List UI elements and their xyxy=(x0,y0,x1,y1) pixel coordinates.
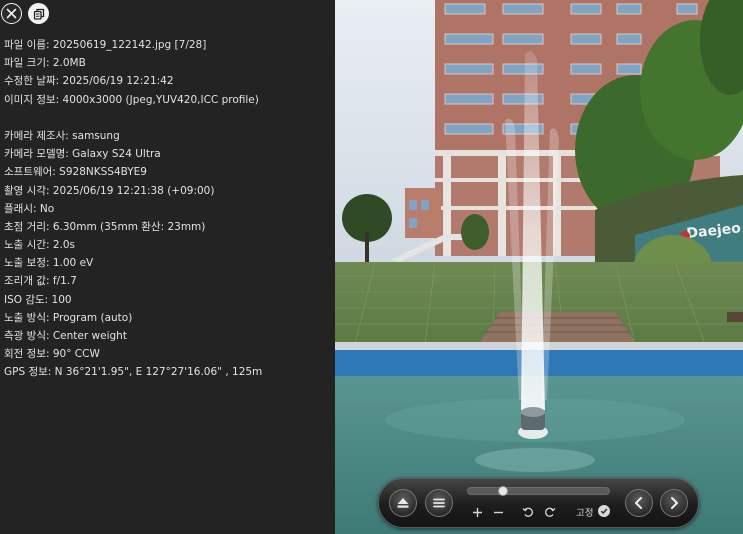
photo-viewport[interactable]: Daejeo xyxy=(335,0,743,534)
next-image-button[interactable] xyxy=(660,489,688,517)
position-slider[interactable] xyxy=(467,486,610,496)
fix-toggle-label: 고정 xyxy=(576,508,594,519)
chevron-left-icon xyxy=(635,497,642,509)
info-exposure-program: 노출 방식: Program (auto) xyxy=(4,311,133,324)
info-gps: GPS 정보: N 36°21'1.95", E 127°27'16.06" ,… xyxy=(4,366,263,379)
info-flash: 플래시: No xyxy=(4,202,55,215)
file-info-panel: 파일 이름: 20250619_122142.jpg [7/28] 파일 크기:… xyxy=(0,0,335,534)
info-exposure-bias: 노출 보정: 1.00 eV xyxy=(4,257,94,270)
eject-icon xyxy=(397,498,409,508)
previous-image-button[interactable] xyxy=(625,489,653,517)
info-file-name: 파일 이름: 20250619_122142.jpg [7/28] xyxy=(4,39,207,51)
plus-icon xyxy=(472,507,482,517)
metadata-list: 파일 이름: 20250619_122142.jpg [7/28] 파일 크기:… xyxy=(4,36,331,382)
info-aperture: 조리개 값: f/1.7 xyxy=(4,275,77,288)
rotate-left-button[interactable] xyxy=(520,503,536,521)
info-iso: ISO 감도: 100 xyxy=(4,293,72,306)
info-modified-date: 수정한 날짜: 2025/06/19 12:21:42 xyxy=(4,75,174,88)
eject-button[interactable] xyxy=(389,489,417,517)
info-metering-mode: 측광 방식: Center weight xyxy=(4,330,127,342)
info-focal-length: 초점 거리: 6.30mm (35mm 환산: 23mm) xyxy=(4,220,206,233)
copy-info-button[interactable] xyxy=(28,3,49,24)
viewer-controller: 고정 xyxy=(378,478,699,528)
rotate-right-icon xyxy=(545,507,556,517)
fountain-photo: Daejeo xyxy=(335,0,743,534)
info-software: 소프트웨어: S928NKSS4BYE9 xyxy=(4,166,147,179)
check-icon xyxy=(600,508,608,514)
info-exposure-time: 노출 시간: 2.0s xyxy=(4,239,76,252)
close-button[interactable] xyxy=(1,3,22,24)
info-rotation: 회전 정보: 90° CCW xyxy=(4,348,100,361)
rotate-left-icon xyxy=(522,507,533,517)
rotate-right-button[interactable] xyxy=(542,503,558,521)
info-image-info: 이미지 정보: 4000x3000 (Jpeg,YUV420,ICC profi… xyxy=(4,93,259,106)
minus-icon xyxy=(493,511,503,513)
menu-button[interactable] xyxy=(425,489,453,517)
close-icon xyxy=(6,8,17,19)
chevron-right-icon xyxy=(671,497,678,509)
info-camera-model: 카메라 모델명: Galaxy S24 Ultra xyxy=(4,148,161,161)
slider-handle[interactable] xyxy=(498,486,508,496)
info-file-size: 파일 크기: 2.0MB xyxy=(4,57,86,70)
fix-toggle[interactable] xyxy=(598,505,610,517)
zoom-out-button[interactable] xyxy=(490,503,506,521)
copy-icon xyxy=(33,8,44,20)
info-camera-maker: 카메라 제조사: samsung xyxy=(4,129,120,142)
zoom-in-button[interactable] xyxy=(469,503,485,521)
menu-icon xyxy=(433,498,445,508)
info-capture-time: 촬영 시각: 2025/06/19 12:21:38 (+09:00) xyxy=(4,184,215,197)
